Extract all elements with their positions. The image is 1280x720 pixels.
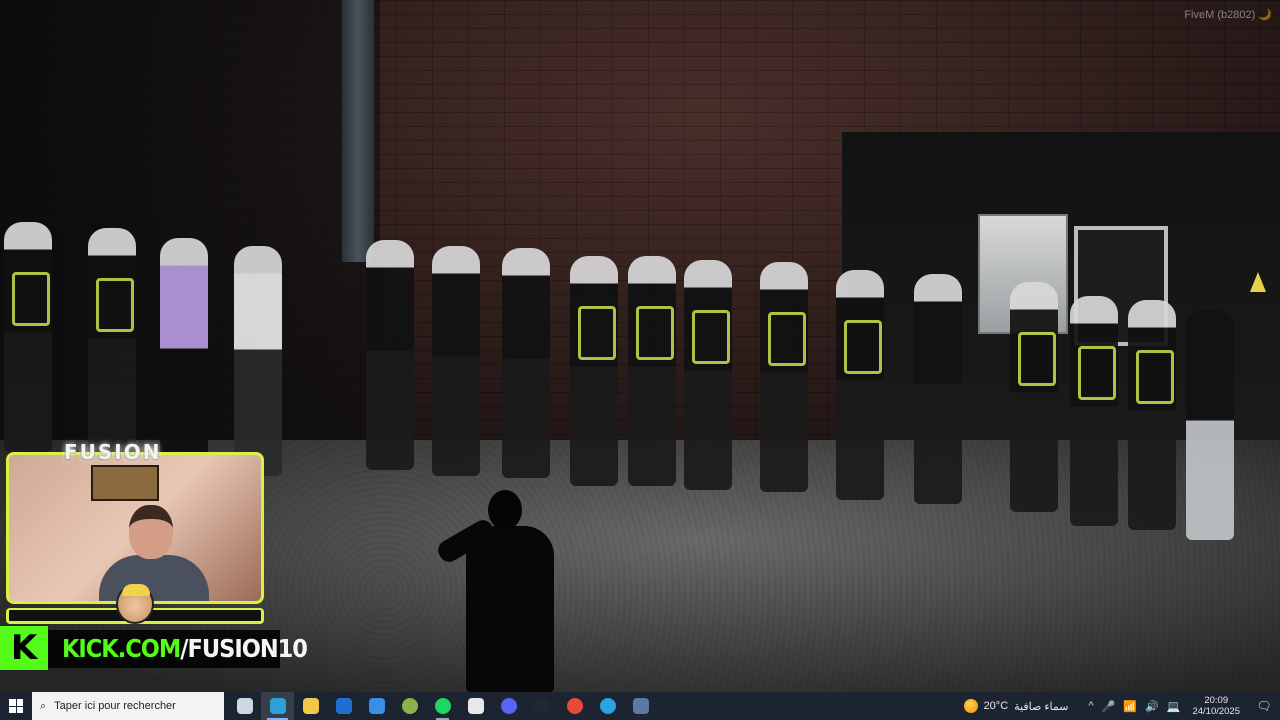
character (366, 240, 414, 470)
discord-icon[interactable] (492, 692, 525, 720)
kick-domain: KICK.COM (62, 634, 181, 663)
spotify-glyph (434, 698, 451, 714)
weather-widget[interactable]: 20°C سماء صافية (963, 699, 1069, 713)
kick-channel-text: KICK.COM/FUSION10 (62, 634, 308, 663)
character (570, 256, 618, 486)
calculator-icon[interactable] (624, 692, 657, 720)
tray-icon[interactable]: 💻 (1167, 700, 1181, 713)
weather-temp: 20°C (983, 700, 1009, 712)
cartoon-avatar-icon (116, 584, 154, 624)
character (1128, 300, 1176, 530)
system-tray: 20°C سماء صافية ^ 🎤 📶 🔊 💻 20:09 24/10/2025 🗨 (963, 692, 1280, 720)
character (4, 222, 52, 452)
character (88, 228, 136, 458)
file-explorer-icon[interactable] (294, 692, 327, 720)
kick-logo-icon: K (0, 626, 48, 670)
character (1186, 310, 1234, 540)
weather-icon (963, 699, 978, 713)
calculator-glyph (632, 698, 649, 714)
character (628, 256, 676, 486)
search-placeholder: Taper ici pour rechercher (54, 700, 176, 712)
character (502, 248, 550, 478)
kick-glyph (467, 698, 484, 714)
clock-date: 24/10/2025 (1192, 706, 1240, 717)
clock-time: 20:09 (1204, 695, 1229, 706)
taskbar-search[interactable]: ⌕ Taper ici pour rechercher (32, 692, 224, 720)
fivem-build-label: FiveM (b2802) 🌙 (1184, 9, 1272, 21)
taskbar-clock[interactable]: 20:09 24/10/2025 (1192, 695, 1240, 717)
chrome-glyph (566, 698, 583, 714)
character (836, 270, 884, 500)
character (234, 246, 282, 476)
character (914, 274, 962, 504)
character (1070, 296, 1118, 526)
tray-icon[interactable]: 🎤 (1102, 700, 1116, 713)
file-explorer-glyph (302, 698, 319, 714)
microsoft-store-glyph (368, 698, 385, 714)
discord-glyph (500, 698, 517, 714)
windows-logo-icon (9, 699, 23, 713)
wall-poster (91, 465, 159, 501)
notification-icon[interactable]: 🗨 (1252, 699, 1276, 713)
character (432, 246, 480, 476)
weather-desc: سماء صافية (1014, 700, 1069, 713)
microsoft-store-icon[interactable] (360, 692, 393, 720)
drain-pipe (342, 0, 374, 262)
telegram-icon[interactable] (591, 692, 624, 720)
task-view-icon[interactable] (228, 692, 261, 720)
character (684, 260, 732, 490)
edge-glyph (269, 698, 286, 714)
pinned-apps (228, 692, 657, 720)
character (1010, 282, 1058, 512)
edge-icon[interactable] (261, 692, 294, 720)
character (160, 238, 208, 468)
tray-icon[interactable]: ^ (1088, 700, 1093, 713)
xbox-icon[interactable] (393, 692, 426, 720)
character (760, 262, 808, 492)
start-button[interactable] (0, 692, 32, 720)
outlook-icon[interactable] (327, 692, 360, 720)
obs-glyph (533, 698, 550, 714)
search-icon: ⌕ (40, 699, 47, 712)
tray-icon[interactable]: 📶 (1123, 700, 1137, 713)
outlook-glyph (335, 698, 352, 714)
task-view-glyph (236, 698, 253, 714)
tray-icon[interactable]: 🔊 (1145, 700, 1159, 713)
player-character (434, 490, 556, 692)
streamer-webcam (99, 505, 209, 601)
xbox-glyph (401, 698, 418, 714)
webcam-frame (6, 452, 264, 604)
spotify-icon[interactable] (426, 692, 459, 720)
chrome-icon[interactable] (558, 692, 591, 720)
kick-icon[interactable] (459, 692, 492, 720)
telegram-glyph (599, 698, 616, 714)
fusion-logo: FUSION (64, 440, 162, 464)
kick-channel: /FUSION10 (180, 634, 308, 663)
windows-taskbar: ⌕ Taper ici pour rechercher 20°C سماء صا… (0, 692, 1280, 720)
tray-icons: ^ 🎤 📶 🔊 💻 (1088, 700, 1180, 713)
obs-icon[interactable] (525, 692, 558, 720)
